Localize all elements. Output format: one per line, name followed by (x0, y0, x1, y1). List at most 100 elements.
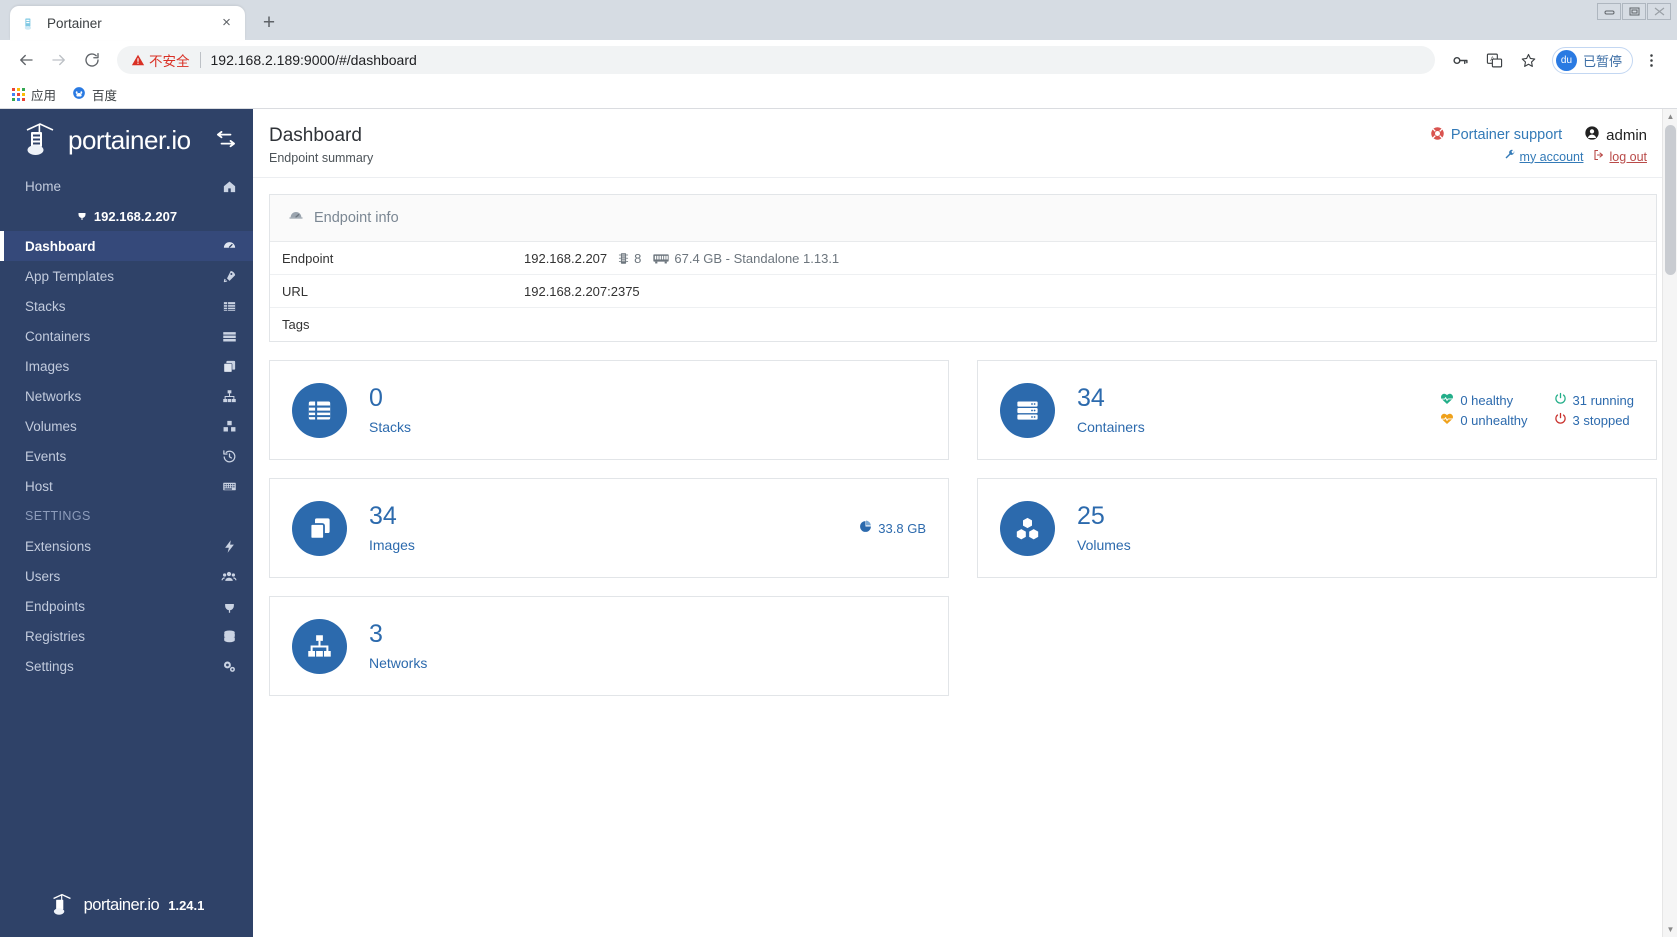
containers-healthy: 0 healthy (1440, 392, 1527, 408)
main-scrollbar[interactable]: ▲ ▼ (1662, 109, 1677, 937)
log-out-link[interactable]: log out (1593, 149, 1647, 164)
profile-pill[interactable]: du 已暂停 (1551, 46, 1633, 74)
reload-icon[interactable] (76, 45, 107, 76)
log-out-label: log out (1609, 149, 1647, 164)
host-icon (222, 479, 237, 494)
containers-icon (1000, 382, 1055, 438)
portainer-logo-icon (20, 120, 60, 160)
page-header: Dashboard Endpoint summary Portainer sup… (253, 109, 1677, 178)
sidebar-item-home[interactable]: Home (0, 171, 253, 201)
user-circle-icon (1584, 125, 1600, 145)
sidebar-footer-brand: portainer.io (83, 895, 160, 914)
omnibox-divider (199, 52, 201, 68)
scroll-down-icon[interactable]: ▼ (1663, 922, 1677, 937)
sidebar-item-label: Dashboard (25, 238, 96, 254)
stat-column-right: 34 Containers 0 healthy 31 running 0 unh… (977, 360, 1657, 714)
admin-user[interactable]: admin (1584, 125, 1647, 145)
page-subtitle: Endpoint summary (269, 151, 374, 165)
events-history-icon (222, 449, 237, 464)
stacks-card[interactable]: 0 Stacks (269, 360, 949, 460)
maximize-icon[interactable] (1622, 3, 1646, 20)
containers-icon (222, 329, 237, 344)
page-viewport: portainer.io Home 192.168.2.207 Dashboar… (0, 109, 1677, 937)
stat-label: Stacks (369, 418, 412, 435)
containers-stopped: 3 stopped (1554, 412, 1634, 428)
sidebar-footer: portainer.io 1.24.1 (0, 873, 253, 937)
sidebar-item-label: Volumes (25, 418, 77, 434)
back-icon[interactable] (10, 45, 41, 76)
sidebar-item-events[interactable]: Events (0, 441, 253, 471)
sidebar-item-containers[interactable]: Containers (0, 321, 253, 351)
stat-column-left: 0 Stacks 34 Images 33.8 GB 3 Networks (269, 360, 949, 714)
stat-label: Containers (1077, 418, 1145, 435)
stat-card-grid: 0 Stacks 34 Images 33.8 GB 3 Networks 34… (269, 360, 1657, 714)
sidebar-item-images[interactable]: Images (0, 351, 253, 381)
translate-icon[interactable]: A (1479, 45, 1510, 76)
close-icon[interactable]: × (218, 15, 235, 32)
address-bar[interactable]: 不安全 192.168.2.189:9000/#/dashboard (117, 46, 1435, 74)
sidebar-brand[interactable]: portainer.io (0, 109, 253, 171)
sidebar-item-endpoints[interactable]: Endpoints (0, 591, 253, 621)
tab-title: Portainer (47, 15, 102, 31)
images-card[interactable]: 34 Images 33.8 GB (269, 478, 949, 578)
bookmark-star-icon[interactable] (1513, 45, 1544, 76)
endpoint-row: Endpoint 192.168.2.207 8 67.4 GB - Stand… (270, 242, 1656, 275)
plug-icon (222, 599, 237, 614)
sidebar-item-host[interactable]: Host (0, 471, 253, 501)
database-icon (222, 629, 237, 644)
networks-card[interactable]: 3 Networks (269, 596, 949, 696)
minimize-icon[interactable] (1597, 3, 1621, 20)
close-window-icon[interactable] (1647, 3, 1671, 20)
plug-icon (76, 208, 88, 225)
sidebar-item-settings[interactable]: Settings (0, 651, 253, 681)
sidebar-item-networks[interactable]: Networks (0, 381, 253, 411)
sidebar-item-stacks[interactable]: Stacks (0, 291, 253, 321)
window-controls (1597, 3, 1671, 20)
url-row: URL 192.168.2.207:2375 (270, 275, 1656, 308)
portainer-support-link[interactable]: Portainer support (1430, 126, 1562, 145)
url-text: 192.168.2.189:9000/#/dashboard (210, 52, 417, 68)
menu-dots-icon[interactable] (1636, 45, 1667, 76)
sidebar-section-settings: SETTINGS (25, 509, 91, 523)
scroll-up-icon[interactable]: ▲ (1663, 109, 1677, 124)
volumes-card[interactable]: 25 Volumes (977, 478, 1657, 578)
sidebar-brand-label: portainer.io (68, 124, 191, 155)
sidebar-item-volumes[interactable]: Volumes (0, 411, 253, 441)
rocket-icon (222, 269, 237, 284)
bookmark-baidu[interactable]: 百度 (72, 85, 117, 104)
sidebar-item-dashboard[interactable]: Dashboard (0, 231, 253, 261)
profile-status-label: 已暂停 (1582, 53, 1622, 69)
forward-icon[interactable] (43, 45, 74, 76)
volumes-icon (1000, 500, 1055, 556)
row-key: URL (282, 283, 309, 299)
images-icon (292, 500, 347, 556)
stat-count: 25 (1077, 502, 1105, 531)
collapse-sidebar-icon[interactable] (215, 131, 237, 149)
my-account-label: my account (1519, 149, 1584, 164)
cpu-icon (618, 252, 629, 265)
sidebar-item-extensions[interactable]: Extensions (0, 531, 253, 561)
key-icon[interactable] (1445, 45, 1476, 76)
cpu-count: 8 (634, 250, 642, 266)
power-icon (1554, 392, 1567, 408)
scrollbar-thumb[interactable] (1665, 125, 1676, 275)
new-tab-button[interactable]: + (254, 8, 284, 38)
sidebar-item-label: Host (25, 478, 53, 494)
bookmark-apps[interactable]: 应用 (12, 85, 56, 104)
images-total-size: 33.8 GB (859, 520, 926, 536)
containers-card[interactable]: 34 Containers 0 healthy 31 running 0 unh… (977, 360, 1657, 460)
memory-value: 67.4 GB - Standalone 1.13.1 (674, 250, 840, 266)
endpoint-info-panel: Endpoint info Endpoint 192.168.2.207 8 6… (269, 194, 1657, 342)
sidebar-item-users[interactable]: Users (0, 561, 253, 591)
stat-count: 3 (369, 620, 383, 649)
healthy-label: 0 healthy (1460, 392, 1514, 408)
browser-tab[interactable]: Portainer × (10, 6, 245, 40)
stat-count: 0 (369, 384, 383, 413)
sidebar-item-label: Containers (25, 328, 91, 344)
sidebar-item-registries[interactable]: Registries (0, 621, 253, 651)
my-account-link[interactable]: my account (1504, 149, 1584, 164)
sidebar-item-app-templates[interactable]: App Templates (0, 261, 253, 291)
sidebar-item-label: Extensions (25, 538, 92, 554)
networks-icon (222, 389, 237, 404)
sidebar-item-label: Endpoints (25, 598, 86, 614)
